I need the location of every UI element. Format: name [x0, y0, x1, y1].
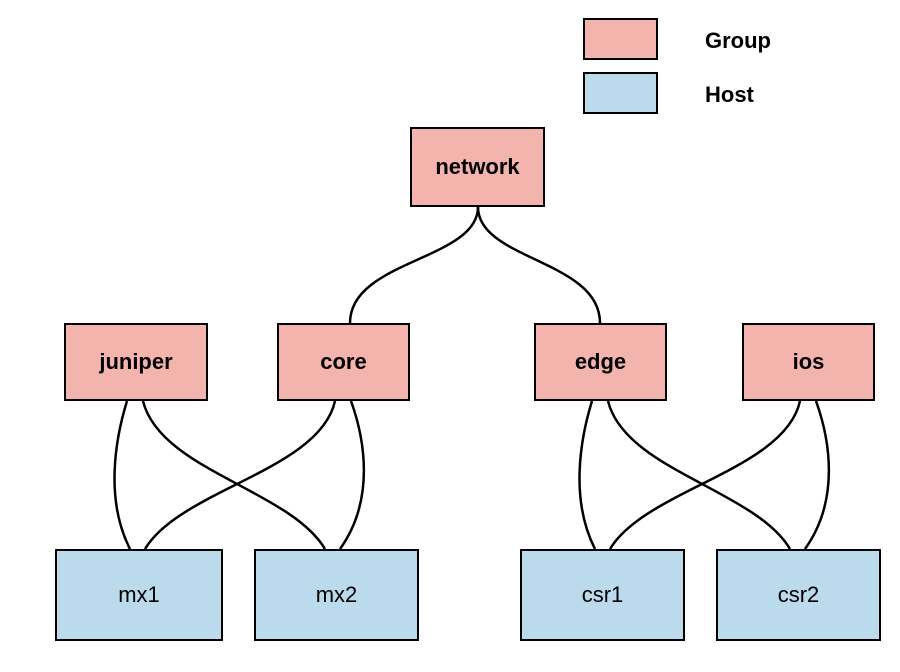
node-ios: ios	[742, 323, 875, 401]
node-csr1-label: csr1	[582, 582, 624, 608]
node-edge: edge	[534, 323, 667, 401]
legend-group-label: Group	[705, 28, 771, 54]
node-juniper: juniper	[64, 323, 208, 401]
node-mx1: mx1	[55, 549, 223, 641]
node-csr1: csr1	[520, 549, 685, 641]
node-core: core	[277, 323, 410, 401]
node-network: network	[410, 127, 545, 207]
node-mx2-label: mx2	[316, 582, 358, 608]
node-juniper-label: juniper	[99, 349, 172, 375]
node-core-label: core	[320, 349, 366, 375]
node-mx2: mx2	[254, 549, 419, 641]
node-edge-label: edge	[575, 349, 626, 375]
legend-group-swatch	[583, 18, 658, 60]
node-csr2: csr2	[716, 549, 881, 641]
node-mx1-label: mx1	[118, 582, 160, 608]
legend-host-label: Host	[705, 82, 754, 108]
node-ios-label: ios	[793, 349, 825, 375]
legend-host-swatch	[583, 72, 658, 114]
node-network-label: network	[435, 154, 519, 180]
node-csr2-label: csr2	[778, 582, 820, 608]
